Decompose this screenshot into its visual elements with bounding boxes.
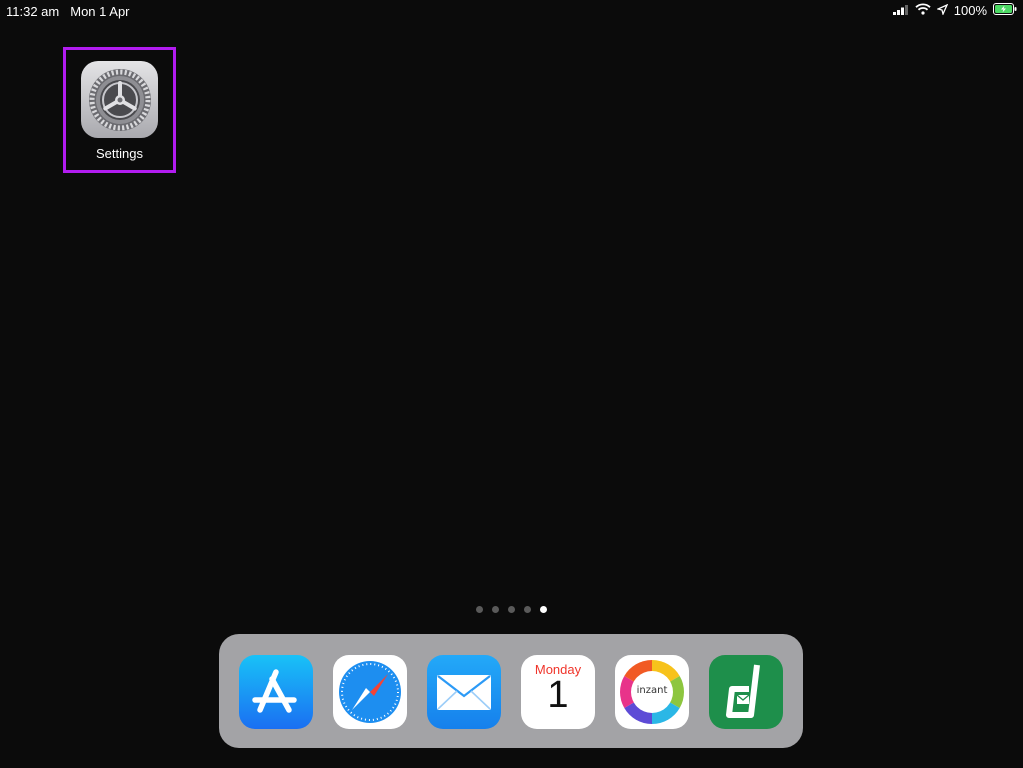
page-dot[interactable] xyxy=(524,606,531,613)
green-d-app[interactable] xyxy=(709,655,783,729)
inzant-app[interactable]: inzant xyxy=(615,655,689,729)
page-dot[interactable] xyxy=(508,606,515,613)
green-d-mail-icon xyxy=(726,664,760,718)
signal-icon xyxy=(892,3,909,18)
app-store-app[interactable] xyxy=(239,655,313,729)
inzant-logo-text: inzant xyxy=(636,685,668,696)
page-dot[interactable] xyxy=(492,606,499,613)
status-left: 11:32 am Mon 1 Apr xyxy=(6,4,130,19)
settings-gear-icon[interactable] xyxy=(81,61,158,138)
settings-app-label: Settings xyxy=(96,146,143,161)
ipad-home-screen: 11:32 am Mon 1 Apr 100% Settings Monday … xyxy=(0,0,1023,768)
settings-app-icon-highlighted[interactable]: Settings xyxy=(63,47,176,173)
wifi-icon xyxy=(915,3,931,18)
location-arrow-icon xyxy=(935,3,949,18)
status-bar: 11:32 am Mon 1 Apr 100% xyxy=(0,0,1023,22)
battery-percent: 100% xyxy=(953,3,987,18)
safari-app[interactable] xyxy=(333,655,407,729)
dock: Monday 1 inzant xyxy=(219,634,803,748)
page-dot-active[interactable] xyxy=(540,606,547,613)
page-indicator[interactable] xyxy=(476,606,547,613)
mail-app[interactable] xyxy=(427,655,501,729)
battery-charging-icon xyxy=(993,3,1017,18)
status-date: Mon 1 Apr xyxy=(70,4,130,19)
calendar-app[interactable]: Monday 1 xyxy=(521,655,595,729)
mail-envelope-icon xyxy=(437,675,491,710)
app-store-icon xyxy=(252,669,297,713)
status-time: 11:32 am xyxy=(6,4,60,19)
safari-compass-icon xyxy=(339,661,401,723)
page-dot[interactable] xyxy=(476,606,483,613)
status-right: 100% xyxy=(892,3,1017,18)
calendar-date: 1 xyxy=(547,674,569,716)
